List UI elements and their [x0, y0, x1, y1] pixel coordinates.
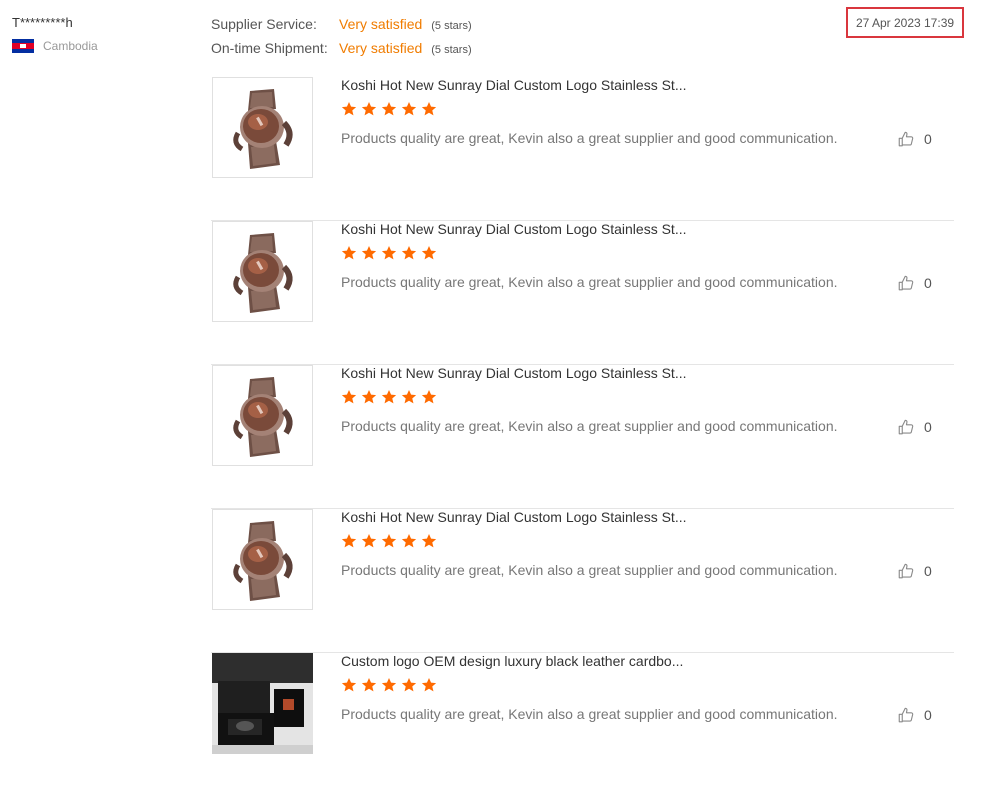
product-title-link[interactable]: Koshi Hot New Sunray Dial Custom Logo St… [341, 77, 687, 93]
review-comment: Products quality are great, Kevin also a… [341, 706, 838, 722]
star-icon [401, 101, 417, 117]
rating-row-on-time-shipment: On-time Shipment: Very satisfied (5 star… [211, 40, 472, 64]
like-button[interactable]: 0 [897, 418, 932, 436]
thumbs-up-icon [897, 418, 915, 436]
star-icon [421, 101, 437, 117]
product-title-link[interactable]: Koshi Hot New Sunray Dial Custom Logo St… [341, 221, 687, 237]
product-image-link[interactable] [212, 77, 313, 178]
star-icon [381, 677, 397, 693]
star-icon [381, 101, 397, 117]
product-star-rating [341, 533, 437, 549]
supplier-ratings: Supplier Service: Very satisfied (5 star… [211, 16, 472, 64]
product-title-link[interactable]: Koshi Hot New Sunray Dial Custom Logo St… [341, 509, 687, 525]
star-icon [341, 389, 357, 405]
reviewer-name: T*********h [12, 15, 73, 30]
bronze-watch-image [228, 515, 298, 605]
product-star-rating [341, 677, 437, 693]
review-date: 27 Apr 2023 17:39 [846, 7, 964, 38]
rating-value: Very satisfied [339, 40, 423, 56]
review-comment: Products quality are great, Kevin also a… [341, 418, 838, 434]
star-icon [361, 533, 377, 549]
product-image-link[interactable] [212, 365, 313, 466]
star-icon [401, 389, 417, 405]
star-icon [421, 245, 437, 261]
like-button[interactable]: 0 [897, 706, 932, 724]
star-icon [401, 245, 417, 261]
star-icon [361, 101, 377, 117]
star-icon [341, 533, 357, 549]
product-image-link[interactable] [212, 221, 313, 322]
star-icon [341, 245, 357, 261]
thumbs-up-icon [897, 274, 915, 292]
bronze-watch-image [228, 227, 298, 317]
product-review-item: Koshi Hot New Sunray Dial Custom Logo St… [211, 77, 954, 221]
bronze-watch-image [228, 83, 298, 173]
reviewer-info: T*********h Cambodia [12, 15, 98, 53]
like-count: 0 [924, 275, 932, 291]
like-count: 0 [924, 419, 932, 435]
product-star-rating [341, 245, 437, 261]
like-button[interactable]: 0 [897, 562, 932, 580]
thumbs-up-icon [897, 130, 915, 148]
star-icon [341, 677, 357, 693]
product-image-link[interactable] [212, 509, 313, 610]
review-comment: Products quality are great, Kevin also a… [341, 130, 838, 146]
product-review-item: Koshi Hot New Sunray Dial Custom Logo St… [211, 365, 954, 509]
star-icon [421, 389, 437, 405]
rating-stars-text: (5 stars) [431, 20, 472, 32]
star-icon [381, 389, 397, 405]
star-icon [341, 101, 357, 117]
star-icon [361, 389, 377, 405]
product-title-link[interactable]: Koshi Hot New Sunray Dial Custom Logo St… [341, 365, 687, 381]
reviewer-country: Cambodia [12, 39, 98, 53]
thumbs-up-icon [897, 706, 915, 724]
star-icon [421, 677, 437, 693]
star-icon [381, 245, 397, 261]
star-icon [421, 533, 437, 549]
product-star-rating [341, 101, 437, 117]
rating-stars-text: (5 stars) [431, 44, 472, 56]
product-review-item: Custom logo OEM design luxury black leat… [211, 653, 954, 796]
like-count: 0 [924, 131, 932, 147]
cambodia-flag-icon [12, 39, 34, 53]
thumbs-up-icon [897, 562, 915, 580]
product-title-link[interactable]: Custom logo OEM design luxury black leat… [341, 653, 683, 669]
like-button[interactable]: 0 [897, 274, 932, 292]
star-icon [361, 677, 377, 693]
product-star-rating [341, 389, 437, 405]
review-comment: Products quality are great, Kevin also a… [341, 562, 838, 578]
star-icon [381, 533, 397, 549]
bronze-watch-image [228, 371, 298, 461]
star-icon [401, 533, 417, 549]
product-review-item: Koshi Hot New Sunray Dial Custom Logo St… [211, 221, 954, 365]
star-icon [401, 677, 417, 693]
like-count: 0 [924, 707, 932, 723]
rating-label: Supplier Service: [211, 16, 317, 32]
product-image-link[interactable] [212, 653, 313, 754]
watch-box-photo-image [212, 653, 313, 754]
product-review-list: Koshi Hot New Sunray Dial Custom Logo St… [211, 77, 954, 796]
country-name: Cambodia [43, 39, 98, 53]
star-icon [361, 245, 377, 261]
rating-row-supplier-service: Supplier Service: Very satisfied (5 star… [211, 16, 472, 40]
product-review-item: Koshi Hot New Sunray Dial Custom Logo St… [211, 509, 954, 653]
like-count: 0 [924, 563, 932, 579]
rating-label: On-time Shipment: [211, 40, 328, 56]
rating-value: Very satisfied [339, 16, 423, 32]
review-comment: Products quality are great, Kevin also a… [341, 274, 838, 290]
like-button[interactable]: 0 [897, 130, 932, 148]
